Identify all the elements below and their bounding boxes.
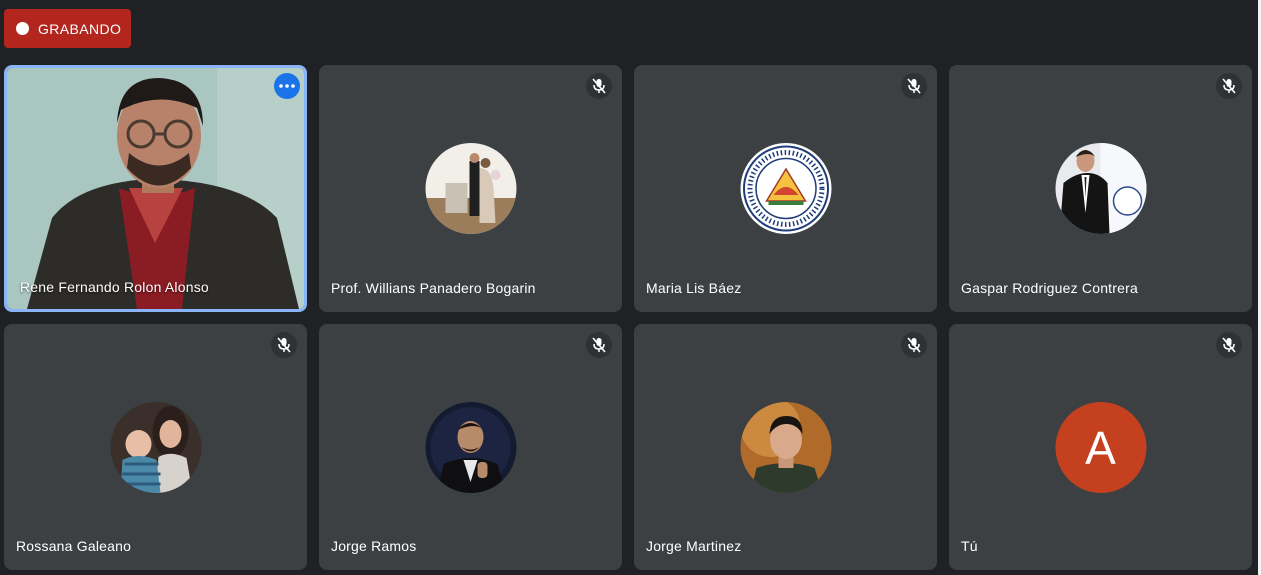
participant-tile-self[interactable]: A Tú — [949, 324, 1252, 570]
letter-avatar: A — [1055, 402, 1146, 493]
recording-badge: GRABANDO — [4, 9, 131, 48]
participant-tile[interactable]: Jorge Ramos — [319, 324, 622, 570]
participant-name: Tú — [961, 538, 978, 554]
participant-name: Jorge Martinez — [646, 538, 742, 554]
university-seal-avatar — [740, 143, 831, 234]
participant-tile[interactable]: Jorge Martinez — [634, 324, 937, 570]
recording-dot-icon — [16, 22, 29, 35]
participant-video — [7, 68, 304, 309]
participant-avatar — [1055, 143, 1146, 234]
participant-tile[interactable]: Prof. Willians Panadero Bogarin — [319, 65, 622, 312]
recording-label: GRABANDO — [38, 20, 122, 37]
participant-tile-active-speaker[interactable]: Rene Fernando Rolon Alonso — [4, 65, 307, 312]
mic-off-icon — [1216, 73, 1242, 99]
mic-off-icon — [901, 73, 927, 99]
participant-avatar — [425, 402, 516, 493]
mic-off-icon — [901, 332, 927, 358]
participant-tile[interactable]: Rossana Galeano — [4, 324, 307, 570]
participant-avatar — [740, 402, 831, 493]
mic-off-icon — [586, 73, 612, 99]
participant-name: Prof. Willians Panadero Bogarin — [331, 280, 536, 296]
mic-off-icon — [1216, 332, 1242, 358]
participant-avatar — [425, 143, 516, 234]
participant-name: Rene Fernando Rolon Alonso — [20, 279, 209, 295]
participant-name: Jorge Ramos — [331, 538, 417, 554]
mic-off-icon — [271, 332, 297, 358]
participant-tile[interactable]: Maria Lis Báez — [634, 65, 937, 312]
more-options-icon[interactable] — [274, 73, 300, 99]
participant-name: Maria Lis Báez — [646, 280, 742, 296]
participant-avatar — [110, 402, 201, 493]
participant-name: Rossana Galeano — [16, 538, 132, 554]
participant-tile[interactable]: Gaspar Rodriguez Contrera — [949, 65, 1252, 312]
participant-grid: Rene Fernando Rolon Alonso Prof. Willian… — [4, 65, 1252, 570]
participant-name: Gaspar Rodriguez Contrera — [961, 280, 1138, 296]
mic-off-icon — [586, 332, 612, 358]
